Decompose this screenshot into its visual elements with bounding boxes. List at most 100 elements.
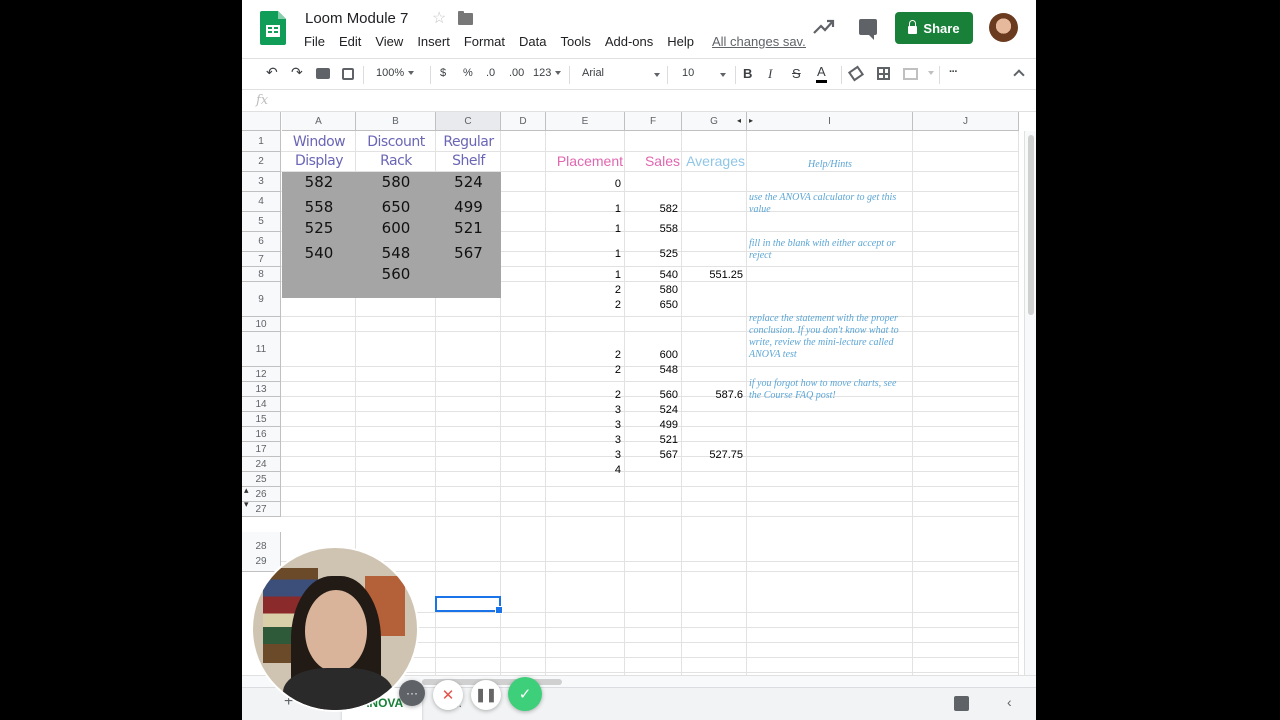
cell-hint-text[interactable]: replace the statement with the proper co… xyxy=(749,313,907,361)
italic-button[interactable]: I xyxy=(768,66,772,82)
chevron-left-icon[interactable]: ‹ xyxy=(1007,694,1012,710)
cell-hint-text[interactable]: if you forgot how to move charts, see th… xyxy=(749,378,907,402)
cell-discount-value[interactable]: 560 xyxy=(356,265,436,283)
menu-data[interactable]: Data xyxy=(519,34,546,49)
loom-finish-check-icon[interactable]: ✓ xyxy=(508,677,542,711)
sheets-logo-icon[interactable] xyxy=(260,11,286,45)
bold-button[interactable]: B xyxy=(743,66,752,81)
menu-format[interactable]: Format xyxy=(464,34,505,49)
cell-placement-value[interactable]: 2 xyxy=(546,389,621,401)
cell-discount-value[interactable]: 580 xyxy=(356,173,436,191)
cell-sales-value[interactable]: 521 xyxy=(625,434,678,446)
column-header-f[interactable]: F xyxy=(625,112,682,131)
text-color-button[interactable]: A xyxy=(816,64,827,83)
cell-sales-value[interactable]: 560 xyxy=(625,389,678,401)
cell-placement-value[interactable]: 0 xyxy=(546,178,621,190)
folder-icon[interactable] xyxy=(458,11,473,25)
webcam-bubble[interactable] xyxy=(251,546,419,712)
currency-button[interactable]: $ xyxy=(440,67,446,79)
cell-sales-value[interactable]: 548 xyxy=(625,364,678,376)
fill-color-icon[interactable] xyxy=(847,65,865,82)
row-header[interactable]: 9 xyxy=(242,282,281,317)
cell-placement-value[interactable]: 2 xyxy=(546,299,621,311)
cell-regular-value[interactable]: 499 xyxy=(436,198,501,216)
cell-sales-value[interactable]: 580 xyxy=(625,284,678,296)
hidden-column-right-arrow[interactable]: ▸ xyxy=(749,116,753,125)
cell-placement-value[interactable]: 3 xyxy=(546,419,621,431)
cell-placement-value[interactable]: 3 xyxy=(546,449,621,461)
cell-placement-value[interactable]: 1 xyxy=(546,223,621,235)
cell-placement-value[interactable]: 3 xyxy=(546,404,621,416)
cell-sales-value[interactable]: 567 xyxy=(625,449,678,461)
cell-average-value[interactable]: 587.6 xyxy=(682,389,743,401)
cell-discount-value[interactable]: 600 xyxy=(356,219,436,237)
column-header-a[interactable]: A xyxy=(282,112,356,131)
row-header[interactable]: 13 xyxy=(242,382,281,397)
chevron-up-icon[interactable] xyxy=(1013,69,1025,81)
row-header[interactable]: 15 xyxy=(242,412,281,427)
menu-file[interactable]: File xyxy=(304,34,325,49)
cell-sales-value[interactable]: 582 xyxy=(625,203,678,215)
cell-average-value[interactable]: 551.25 xyxy=(682,269,743,281)
column-header-c[interactable]: C xyxy=(436,112,501,131)
cell-placement-value[interactable]: 1 xyxy=(546,269,621,281)
row-header[interactable]: 5 xyxy=(242,212,281,232)
font-size-select[interactable]: 10 xyxy=(682,67,726,79)
explore-icon[interactable] xyxy=(954,696,969,711)
column-header-e[interactable]: E xyxy=(546,112,625,131)
strikethrough-button[interactable]: S xyxy=(792,66,801,81)
cell-discount-value[interactable]: 650 xyxy=(356,198,436,216)
save-status-link[interactable]: All changes sav... xyxy=(712,34,806,49)
vertical-scrollbar[interactable] xyxy=(1024,131,1036,675)
menu-tools[interactable]: Tools xyxy=(560,34,590,49)
loom-more-button[interactable]: ··· xyxy=(399,680,425,706)
column-header-j[interactable]: J xyxy=(913,112,1019,131)
increase-decimal-button[interactable]: .00 xyxy=(509,67,524,79)
header-placement[interactable]: Placement xyxy=(546,153,623,169)
header-regular-shelf[interactable]: Regular Shelf xyxy=(436,133,501,171)
cell-window-value[interactable]: 582 xyxy=(282,173,356,191)
cell-sales-value[interactable]: 525 xyxy=(625,248,678,260)
formula-bar[interactable]: fx xyxy=(242,90,1036,112)
cell-sales-value[interactable]: 600 xyxy=(625,349,678,361)
header-averages[interactable]: Averages xyxy=(682,153,745,169)
print-icon[interactable] xyxy=(316,68,330,79)
borders-icon[interactable] xyxy=(877,67,890,80)
cell-regular-value[interactable]: 567 xyxy=(436,244,501,262)
cell-regular-value[interactable]: 524 xyxy=(436,173,501,191)
selected-cell-c31[interactable] xyxy=(435,596,503,614)
row-header[interactable]: 6 xyxy=(242,232,281,252)
row-header[interactable]: 11 xyxy=(242,332,281,367)
header-help-hints[interactable]: Help/Hints xyxy=(747,159,913,171)
star-icon[interactable]: ☆ xyxy=(432,8,446,28)
vertical-scroll-thumb[interactable] xyxy=(1028,135,1034,315)
zoom-select[interactable]: 100% xyxy=(376,67,415,79)
column-header-b[interactable]: B xyxy=(356,112,436,131)
loom-cancel-icon[interactable]: ✕ xyxy=(433,680,463,710)
header-discount-rack[interactable]: Discount Rack xyxy=(356,133,436,171)
cell-placement-value[interactable]: 2 xyxy=(546,364,621,376)
more-options-button[interactable]: ··· xyxy=(949,66,958,78)
cell-window-value[interactable]: 540 xyxy=(282,244,356,262)
font-select[interactable]: Arial xyxy=(582,67,660,79)
cell-regular-value[interactable]: 521 xyxy=(436,219,501,237)
header-sales[interactable]: Sales xyxy=(625,153,680,169)
row-header[interactable]: 3 xyxy=(242,172,281,192)
hidden-rows-arrow-icon[interactable]: ▴ xyxy=(244,485,249,496)
hidden-rows-arrow-icon[interactable]: ▾ xyxy=(244,499,249,510)
row-header[interactable]: 8 xyxy=(242,267,281,282)
cell-placement-value[interactable]: 1 xyxy=(546,203,621,215)
column-header-i[interactable]: I xyxy=(747,112,913,131)
decrease-decimal-button[interactable]: .0 xyxy=(486,67,495,79)
cell-window-value[interactable]: 558 xyxy=(282,198,356,216)
row-header[interactable]: 24 xyxy=(242,457,281,472)
cell-placement-value[interactable]: 2 xyxy=(546,349,621,361)
menu-edit[interactable]: Edit xyxy=(339,34,361,49)
row-header[interactable]: 2 xyxy=(242,152,281,172)
select-all-corner[interactable] xyxy=(242,112,281,131)
column-header-d[interactable]: D xyxy=(501,112,546,131)
document-title[interactable]: Loom Module 7 xyxy=(305,10,408,27)
cell-sales-value[interactable]: 524 xyxy=(625,404,678,416)
row-header[interactable]: 1 xyxy=(242,131,281,152)
row-header[interactable]: 17 xyxy=(242,442,281,457)
